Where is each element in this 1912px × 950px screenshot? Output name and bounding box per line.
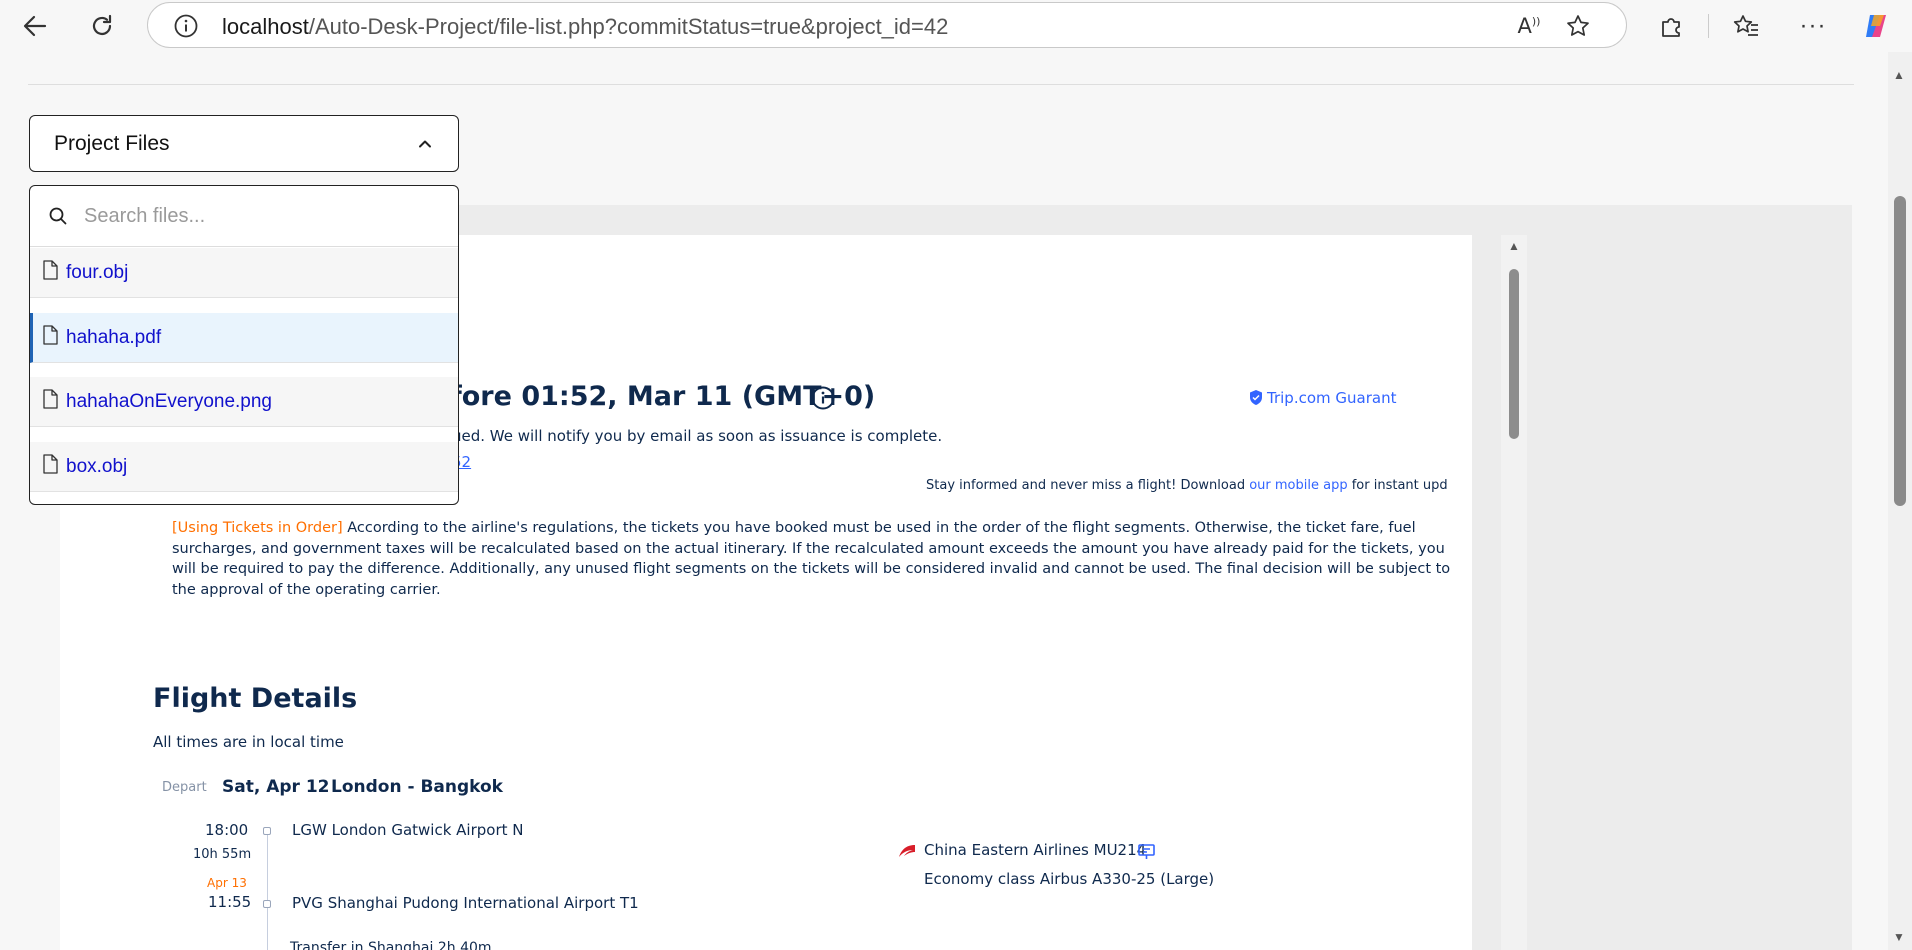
file-name: hahaha.pdf — [66, 327, 162, 348]
file-item-box-obj[interactable]: box.obj — [30, 442, 458, 492]
url-host: localhost — [222, 14, 309, 39]
mobile-app-link[interactable]: our mobile app — [1249, 478, 1347, 493]
app-promo-suffix: for instant upd — [1347, 478, 1448, 493]
chevron-up-icon — [419, 140, 431, 147]
arrival-airport: PVG Shanghai Pudong International Airpor… — [292, 894, 639, 912]
favorites-icon[interactable] — [1730, 10, 1762, 42]
local-time-note: All times are in local time — [153, 733, 344, 751]
viewer-scrollbar[interactable]: ▲ — [1501, 235, 1527, 950]
transfer-info: Transfer in Shanghai 2h 40m — [290, 940, 492, 950]
depart-label: Depart — [162, 780, 207, 795]
toolbar-divider — [1708, 14, 1709, 38]
flight-details-title: Flight Details — [153, 683, 358, 714]
departure-airport: LGW London Gatwick Airport N — [292, 821, 524, 839]
back-icon[interactable] — [19, 10, 51, 42]
address-bar[interactable]: localhost/Auto-Desk-Project/file-list.ph… — [147, 2, 1627, 48]
file-icon — [43, 454, 58, 474]
file-name: four.obj — [66, 262, 129, 283]
file-icon — [43, 260, 58, 280]
project-files-dropdown[interactable]: Project Files — [29, 115, 459, 172]
file-icon — [43, 325, 58, 345]
page-scrollbar[interactable]: ▲ ▼ — [1888, 52, 1912, 950]
departure-time: 18:00 — [205, 821, 249, 839]
viewer-scroll-thumb[interactable] — [1509, 269, 1519, 439]
ticket-order-notice: [Using Tickets in Order] According to th… — [172, 518, 1462, 600]
app-promo: Stay informed and never miss a flight! D… — [926, 478, 1448, 493]
file-name: hahahaOnEveryone.png — [66, 391, 272, 412]
file-item-hahahaoneveryone-png[interactable]: hahahaOnEveryone.png — [30, 377, 458, 427]
browser-toolbar: localhost/Auto-Desk-Project/file-list.ph… — [0, 0, 1912, 52]
airline-flight: China Eastern Airlines MU214 — [924, 841, 1147, 859]
more-icon[interactable]: ··· — [1797, 10, 1829, 42]
dropdown-label: Project Files — [54, 131, 170, 155]
issuance-note: ued. We will notify you by email as soon… — [452, 427, 943, 445]
files-menu: four.obj hahaha.pdf hahahaOnEveryone.png… — [29, 185, 459, 505]
search-icon — [49, 207, 67, 225]
screen-icon — [1138, 844, 1155, 859]
app-promo-prefix: Stay informed and never miss a flight! D… — [926, 478, 1250, 493]
scroll-up-icon[interactable]: ▲ — [1893, 68, 1905, 82]
viewer-scroll-up-icon[interactable]: ▲ — [1508, 239, 1520, 253]
timeline-line — [267, 827, 268, 950]
file-icon — [43, 389, 58, 409]
file-item-four-obj[interactable]: four.obj — [30, 248, 458, 298]
header-divider — [28, 84, 1854, 85]
flight-duration: 10h 55m — [193, 847, 252, 862]
shield-icon — [1250, 390, 1262, 405]
flight-route: London - Bangkok — [331, 777, 503, 797]
notice-tag: [Using Tickets in Order] — [172, 520, 343, 536]
url-text: localhost/Auto-Desk-Project/file-list.ph… — [222, 14, 948, 40]
search-input[interactable] — [82, 203, 426, 229]
page-scroll-thumb[interactable] — [1894, 196, 1906, 506]
notice-body: According to the airline's regulations, … — [172, 520, 1451, 598]
trip-guarantee-link[interactable]: Trip.com Guarant — [1267, 389, 1396, 407]
file-item-hahaha-pdf[interactable]: hahaha.pdf — [30, 313, 458, 363]
read-aloud-icon[interactable]: A)) — [1513, 10, 1545, 42]
flight-date: Sat, Apr 12 — [222, 777, 330, 797]
timeline-dot-arrival — [263, 900, 271, 908]
extensions-icon[interactable] — [1655, 10, 1687, 42]
file-search — [30, 186, 458, 247]
info-icon[interactable] — [170, 10, 202, 42]
favorite-star-icon[interactable] — [1562, 10, 1594, 42]
refresh-icon[interactable] — [86, 10, 118, 42]
timeline-dot-departure — [263, 827, 271, 835]
url-path: /Auto-Desk-Project/file-list.php?commitS… — [308, 14, 949, 39]
file-name: box.obj — [66, 456, 128, 477]
arrival-date: Apr 13 — [207, 876, 247, 890]
deadline-info-icon[interactable] — [810, 385, 836, 411]
copilot-icon[interactable] — [1861, 10, 1893, 42]
arrival-time: 11:55 — [208, 893, 252, 911]
scroll-down-icon[interactable]: ▼ — [1893, 930, 1905, 944]
airline-logo-icon — [899, 845, 915, 857]
cabin-aircraft: Economy class Airbus A330-25 (Large) — [924, 870, 1215, 888]
